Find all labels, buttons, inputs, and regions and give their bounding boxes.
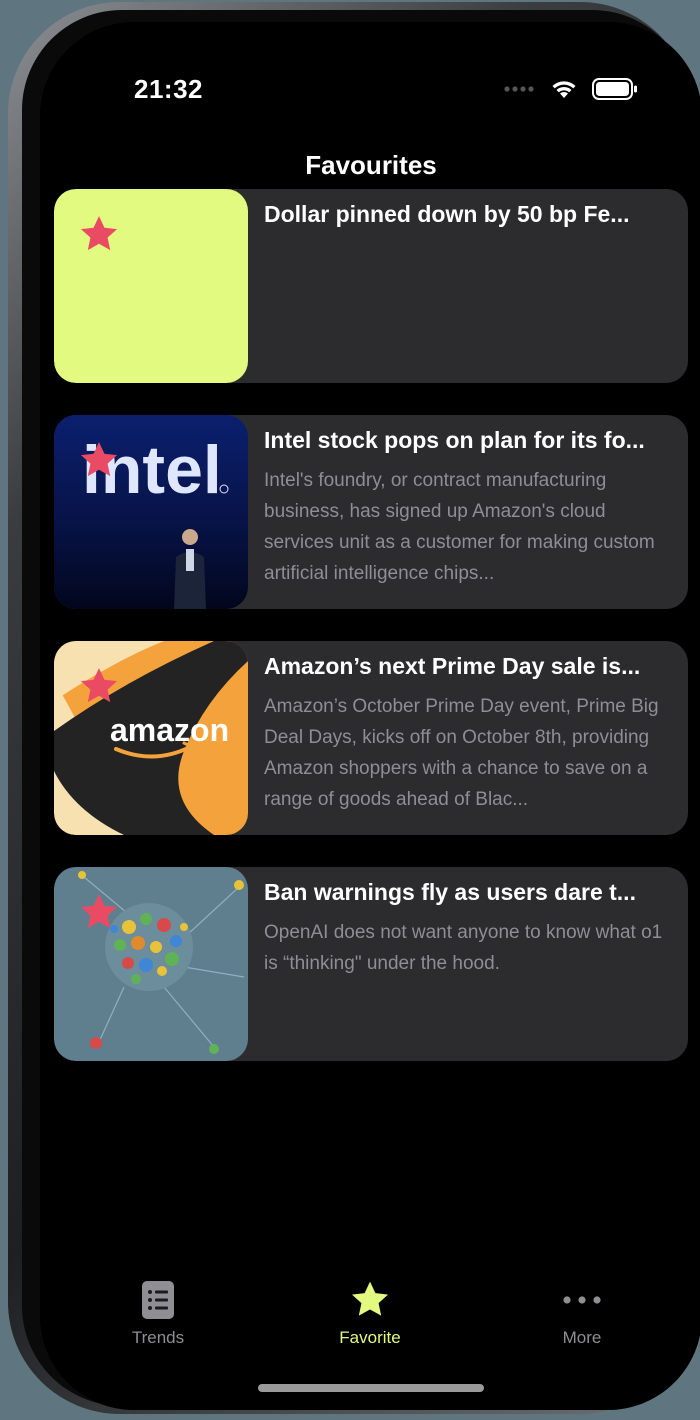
status-icons — [504, 78, 638, 100]
battery-icon — [592, 78, 637, 100]
tab-label: Trends — [131, 1328, 185, 1347]
home-indicator[interactable] — [258, 1384, 484, 1392]
star-icon[interactable] — [78, 439, 120, 481]
article-card[interactable]: amazon Amazon’s next Prime Day sale is..… — [54, 641, 688, 835]
svg-text:amazon: amazon — [110, 712, 229, 748]
star-icon[interactable] — [78, 665, 120, 707]
ellipsis-icon — [563, 1296, 601, 1304]
article-description: Amazon’s October Prime Day event, Prime … — [264, 696, 659, 810]
article-title: Amazon’s next Prime Day sale is... — [264, 653, 641, 679]
star-icon[interactable] — [78, 213, 120, 255]
tab-bar: Trends Favorite More — [40, 1278, 700, 1358]
status-time: 21:32 — [134, 74, 203, 104]
star-icon — [351, 1281, 389, 1316]
article-title: Dollar pinned down by 50 bp Fe... — [264, 201, 630, 227]
screen: 21:32 Favourites Dollar pinned down by 5… — [40, 22, 700, 1410]
tab-label: Favorite — [339, 1328, 401, 1347]
phone-frame-inner: 21:32 Favourites Dollar pinned down by 5… — [22, 10, 700, 1410]
list-icon — [142, 1281, 174, 1319]
article-description: OpenAI does not want anyone to know what… — [264, 922, 663, 974]
article-description: Intel's foundry, or contract manufacturi… — [264, 470, 655, 584]
article-card[interactable]: Dollar pinned down by 50 bp Fe... — [54, 189, 688, 383]
tab-more[interactable]: More — [512, 1278, 652, 1348]
article-card[interactable]: intel Intel stock pops on plan for its f… — [54, 415, 688, 609]
phone-frame: 21:32 Favourites Dollar pinned down by 5… — [8, 2, 700, 1414]
tab-trends[interactable]: Trends — [88, 1278, 228, 1348]
wifi-icon — [552, 81, 576, 98]
page-title: Favourites — [305, 150, 437, 180]
star-icon[interactable] — [78, 891, 120, 933]
tab-label: More — [562, 1328, 602, 1347]
cellular-signal-icon — [504, 86, 534, 92]
article-title: Intel stock pops on plan for its fo... — [264, 427, 645, 453]
article-card[interactable]: Ban warnings fly as users dare t... Open… — [54, 867, 688, 1061]
tab-favorite[interactable]: Favorite — [300, 1278, 440, 1348]
article-title: Ban warnings fly as users dare t... — [264, 879, 636, 905]
